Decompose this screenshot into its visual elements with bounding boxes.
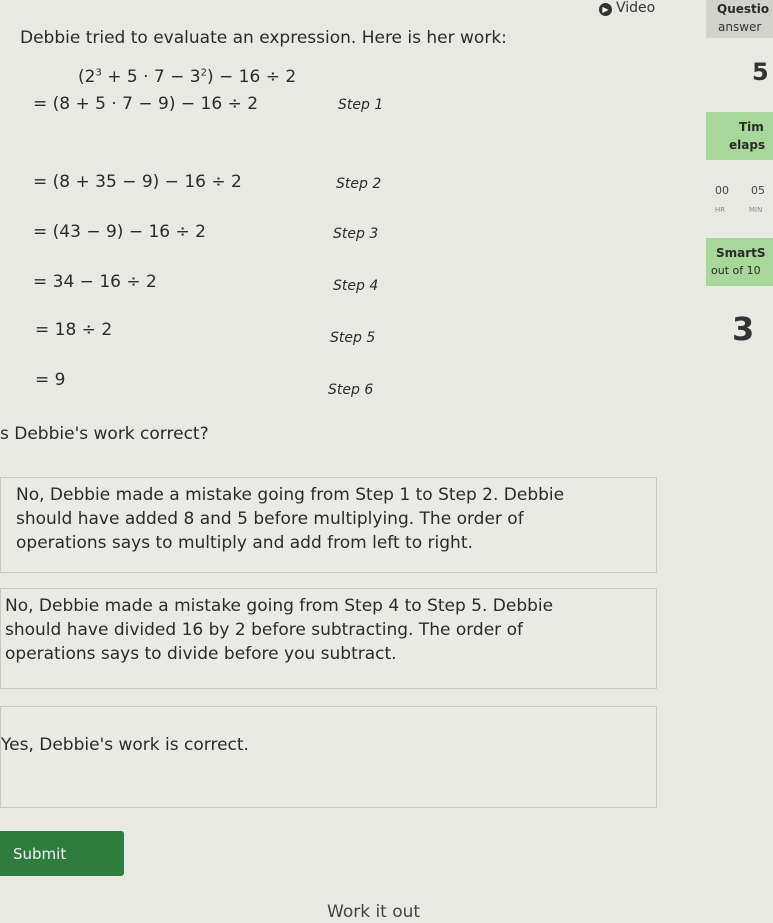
choice-1-line-1: No, Debbie made a mistake going from Ste… bbox=[16, 485, 565, 505]
stats-panel: Questio answer 5 Tim elaps 00 05 HR MIN … bbox=[706, 0, 773, 470]
work-it-out-link[interactable]: Work it out bbox=[327, 902, 420, 922]
video-link[interactable]: ▶ Video bbox=[599, 0, 655, 16]
timer: 00 05 HR MIN bbox=[706, 176, 773, 224]
choice-3[interactable]: Yes, Debbie's work is correct. bbox=[0, 706, 657, 808]
step-1-label: Step 1 bbox=[338, 97, 384, 113]
choice-1[interactable]: No, Debbie made a mistake going from Ste… bbox=[0, 477, 657, 573]
time-elapsed-header: Tim elaps bbox=[706, 112, 773, 160]
elapsed-label: elaps bbox=[729, 138, 766, 152]
step-3-expression: = (43 − 9) − 16 ÷ 2 bbox=[33, 222, 206, 242]
answered-count: 5 bbox=[752, 58, 769, 86]
problem-intro: Debbie tried to evaluate an expression. … bbox=[20, 28, 507, 48]
step-2-expression: = (8 + 35 − 9) − 16 ÷ 2 bbox=[33, 172, 242, 192]
smartscore-header: SmartS out of 10 bbox=[706, 238, 773, 286]
step-5-expression: = 18 ÷ 2 bbox=[35, 320, 113, 340]
original-expression: (23 + 5 · 7 − 32) − 16 ÷ 2 bbox=[78, 67, 297, 87]
timer-hours-sub: HR bbox=[715, 206, 726, 214]
submit-button[interactable]: Submit bbox=[0, 831, 124, 876]
choice-1-line-2: should have added 8 and 5 before multipl… bbox=[16, 509, 524, 529]
step-6-expression: = 9 bbox=[35, 370, 66, 390]
step-6-label: Step 6 bbox=[328, 382, 374, 398]
timer-minutes-sub: MIN bbox=[749, 206, 763, 214]
step-4-label: Step 4 bbox=[333, 278, 379, 294]
answered-label: answer bbox=[718, 20, 762, 34]
step-4-expression: = 34 − 16 ÷ 2 bbox=[33, 272, 157, 292]
smartscore-value: 3 bbox=[732, 310, 755, 348]
choice-2-line-2: should have divided 16 by 2 before subtr… bbox=[5, 620, 523, 640]
choice-2-line-3: operations says to divide before you sub… bbox=[5, 644, 397, 664]
time-label: Tim bbox=[739, 120, 764, 134]
step-1-expression: = (8 + 5 · 7 − 9) − 16 ÷ 2 bbox=[33, 94, 259, 114]
timer-hours: 00 bbox=[715, 184, 729, 197]
step-5-label: Step 5 bbox=[330, 330, 376, 346]
choice-3-line-1: Yes, Debbie's work is correct. bbox=[1, 735, 249, 755]
choice-2-line-1: No, Debbie made a mistake going from Ste… bbox=[5, 596, 554, 616]
choice-2[interactable]: No, Debbie made a mistake going from Ste… bbox=[0, 588, 657, 689]
step-2-label: Step 2 bbox=[336, 176, 382, 192]
timer-minutes: 05 bbox=[751, 184, 765, 197]
question-text: s Debbie's work correct? bbox=[0, 424, 209, 444]
play-icon: ▶ bbox=[599, 3, 612, 16]
smartscore-out-of: out of 10 bbox=[711, 264, 761, 277]
questions-label: Questio bbox=[717, 2, 770, 16]
choice-1-line-3: operations says to multiply and add from… bbox=[16, 533, 473, 553]
video-label: Video bbox=[616, 0, 656, 16]
smartscore-label: SmartS bbox=[716, 246, 766, 260]
step-3-label: Step 3 bbox=[333, 226, 379, 242]
questions-answered-header: Questio answer bbox=[706, 0, 773, 38]
